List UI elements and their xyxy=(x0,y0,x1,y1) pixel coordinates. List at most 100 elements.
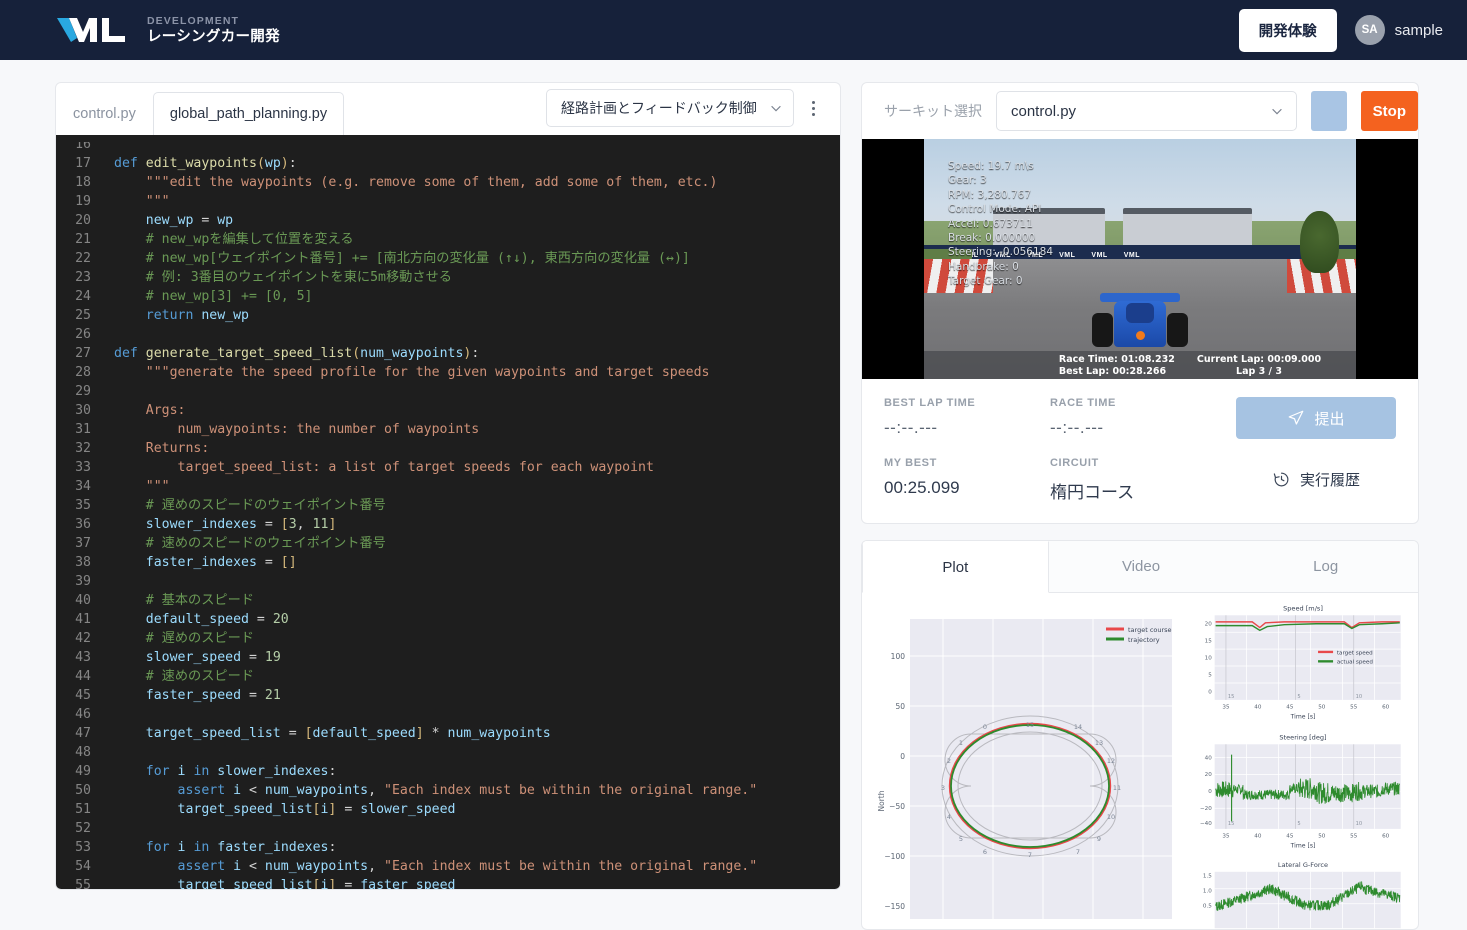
code-text: slower_indexes = [3, 11] xyxy=(104,515,336,534)
code-text xyxy=(104,572,114,591)
code-text: """ xyxy=(104,477,170,496)
plot-tabs: Plot Video Log xyxy=(862,541,1418,593)
svg-text:15: 15 xyxy=(1026,721,1034,729)
stats-grid: BEST LAP TIME --:--.--- RACE TIME --:--.… xyxy=(862,379,1418,523)
chevron-down-icon xyxy=(1270,104,1284,118)
vml-logo-icon xyxy=(55,14,129,46)
code-top-fade xyxy=(56,135,840,142)
svg-text:3: 3 xyxy=(941,784,945,792)
line-number: 23 xyxy=(56,268,104,287)
line-number: 53 xyxy=(56,838,104,857)
banner-logo: VML xyxy=(1124,252,1140,259)
code-text xyxy=(104,325,114,344)
svg-text:12: 12 xyxy=(1107,757,1115,765)
user-menu[interactable]: SA sample xyxy=(1355,15,1443,45)
editor-column: control.py global_path_planning.py 経路計画と… xyxy=(55,82,841,930)
stat-best-lap-time: BEST LAP TIME --:--.--- xyxy=(884,397,1050,438)
line-number: 27 xyxy=(56,344,104,363)
track-plot-svg: 100 50 0 −50 −100 −150 North xyxy=(868,601,1186,929)
best-lap-row: Best Lap: 00:28.266 xyxy=(1059,366,1175,377)
tab-log[interactable]: Log xyxy=(1233,541,1418,593)
app-header: DEVELOPMENT レーシングカー開発 開発体験 SA sample xyxy=(0,0,1467,60)
line-number: 38 xyxy=(56,553,104,572)
lap-label: Lap xyxy=(1236,366,1255,377)
code-line: 30 Args: xyxy=(56,401,840,420)
editor-tab-global-path-planning[interactable]: global_path_planning.py xyxy=(153,92,344,136)
brand-title: レーシングカー開発 xyxy=(147,29,280,46)
telemetry-plots: Speed [m/s] xyxy=(1188,601,1412,929)
line-number: 50 xyxy=(56,781,104,800)
code-line: 44 # 速めのスピード xyxy=(56,667,840,686)
stat-value: 楕円コース xyxy=(1050,478,1216,503)
svg-text:40: 40 xyxy=(1254,704,1262,710)
code-text: assert i < num_waypoints, "Each index mu… xyxy=(104,781,757,800)
code-text: # 速めのスピードのウェイポイント番号 xyxy=(104,534,386,553)
code-text: Args: xyxy=(104,401,185,420)
mode-select[interactable]: 経路計画とフィードバック制御 xyxy=(546,89,794,127)
svg-text:0: 0 xyxy=(983,723,987,731)
code-text: faster_indexes = [] xyxy=(104,553,297,572)
editor-tab-control[interactable]: control.py xyxy=(56,92,153,135)
svg-text:50: 50 xyxy=(1318,704,1326,710)
race-time-value: 01:08.232 xyxy=(1121,354,1175,365)
line-number: 24 xyxy=(56,287,104,306)
line-number: 42 xyxy=(56,629,104,648)
stop-button[interactable]: Stop xyxy=(1361,91,1418,131)
editor-card: control.py global_path_planning.py 経路計画と… xyxy=(55,82,841,890)
code-text xyxy=(104,382,114,401)
code-line: 32 Returns: xyxy=(56,439,840,458)
development-experience-button[interactable]: 開発体験 xyxy=(1239,9,1337,52)
svg-text:−20: −20 xyxy=(1200,806,1212,812)
svg-text:60: 60 xyxy=(1382,833,1390,839)
tab-plot[interactable]: Plot xyxy=(862,541,1049,593)
svg-text:55: 55 xyxy=(1350,833,1358,839)
code-line: 35 # 遅めのスピードのウェイポイント番号 xyxy=(56,496,840,515)
speed-plot-title: Speed [m/s] xyxy=(1283,605,1323,613)
svg-text:5: 5 xyxy=(1297,821,1300,827)
code-text: target_speed_list = [default_speed] * nu… xyxy=(104,724,551,743)
svg-text:−40: −40 xyxy=(1200,821,1212,827)
svg-text:10: 10 xyxy=(1356,694,1363,700)
code-line: 21 # new_wpを編集して位置を変える xyxy=(56,230,840,249)
svg-text:40: 40 xyxy=(1254,833,1262,839)
svg-text:actual speed: actual speed xyxy=(1337,660,1374,666)
svg-text:60: 60 xyxy=(1382,704,1390,710)
svg-text:trajectory: trajectory xyxy=(1128,636,1160,644)
submit-button[interactable]: 提出 xyxy=(1236,397,1396,439)
more-vertical-icon[interactable] xyxy=(798,91,828,125)
code-editor[interactable]: 1617def edit_waypoints(wp):18 """edit th… xyxy=(56,135,840,889)
simulator-viewport[interactable]: VMLVMLVMLVMLVMLVMLVML xyxy=(862,139,1418,379)
code-text: # new_wp[3] += [0, 5] xyxy=(104,287,313,306)
telemetry-line: Control Mode: API xyxy=(948,202,1053,216)
line-number: 17 xyxy=(56,154,104,173)
svg-text:5: 5 xyxy=(1208,672,1212,678)
svg-text:20: 20 xyxy=(1205,622,1213,628)
circuit-select-label: サーキット選択 xyxy=(884,101,982,121)
stat-value: --:--.--- xyxy=(1050,418,1216,438)
svg-text:target speed: target speed xyxy=(1337,650,1373,656)
execution-history-button[interactable]: 実行履歴 xyxy=(1236,457,1396,491)
code-line: 48 xyxy=(56,743,840,762)
tab-video[interactable]: Video xyxy=(1049,541,1234,593)
code-line: 46 xyxy=(56,705,840,724)
svg-text:target course: target course xyxy=(1128,626,1172,634)
code-line: 42 # 遅めのスピード xyxy=(56,629,840,648)
chevron-down-icon xyxy=(769,101,783,115)
code-line: 25 return new_wp xyxy=(56,306,840,325)
svg-text:15: 15 xyxy=(1228,694,1235,700)
svg-text:10: 10 xyxy=(1205,655,1213,661)
code-line: 18 """edit the waypoints (e.g. remove so… xyxy=(56,173,840,192)
line-number: 37 xyxy=(56,534,104,553)
mode-select-value: 経路計画とフィードバック制御 xyxy=(561,98,757,118)
best-lap-value: 00:28.266 xyxy=(1112,366,1166,377)
file-select[interactable]: control.py xyxy=(996,91,1297,131)
code-line: 17def edit_waypoints(wp): xyxy=(56,154,840,173)
plot-body: 100 50 0 −50 −100 −150 North xyxy=(862,593,1418,929)
svg-text:1: 1 xyxy=(959,739,963,747)
line-number: 32 xyxy=(56,439,104,458)
line-number: 41 xyxy=(56,610,104,629)
speed-plot-xlabel: Time [s] xyxy=(1290,714,1316,721)
line-number: 49 xyxy=(56,762,104,781)
run-button[interactable] xyxy=(1311,91,1347,131)
line-number: 21 xyxy=(56,230,104,249)
